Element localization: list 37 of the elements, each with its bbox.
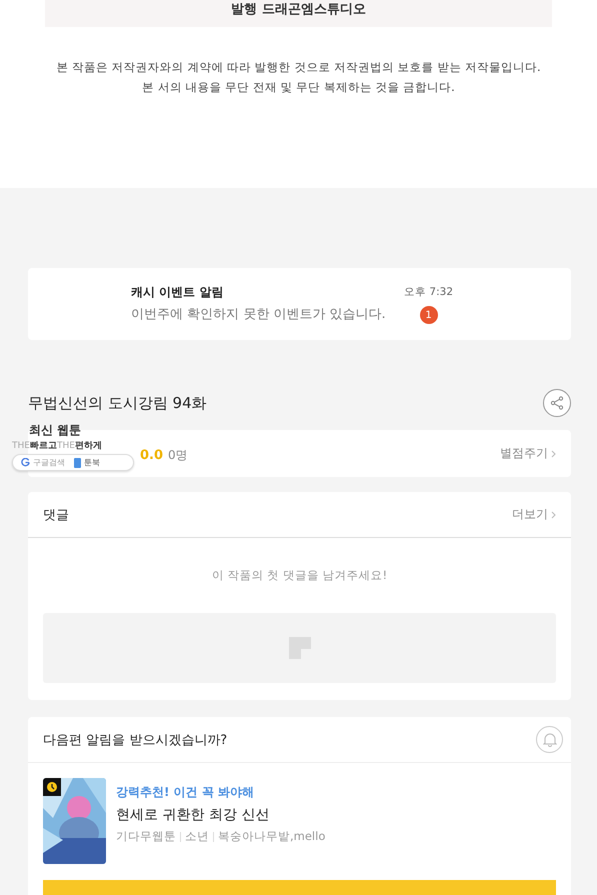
toonbook-link[interactable]: 툰북	[84, 457, 100, 468]
comments-title: 댓글	[43, 506, 69, 524]
rating-score: 0.0	[140, 448, 164, 462]
share-icon	[550, 396, 564, 410]
publisher-text: 발행 드래곤엠스튜디오	[231, 1, 366, 18]
chevron-right-icon	[551, 510, 556, 518]
empty-comments-text: 이 작품의 첫 댓글을 남겨주세요!	[210, 568, 388, 583]
unread-badge: 1	[420, 306, 438, 324]
recommend-tagline: 강력추천! 이건 꼭 봐야해	[116, 784, 256, 801]
banner-tag: THE	[56, 441, 75, 451]
next-alert-question: 다음편 알림을 받으시겠습니까?	[43, 732, 228, 748]
share-button[interactable]	[543, 389, 571, 417]
notification-time: 오후 7:32	[404, 285, 453, 299]
meta-text: 기다무웹툰	[116, 829, 176, 844]
more-link[interactable]: 더보기	[512, 506, 556, 523]
banner-word: 빠르고	[30, 441, 57, 451]
clock-icon	[46, 781, 58, 793]
copyright-text: 본 작품은 저작권자와의 계약에 따라 발행한 것으로 저작권법의 보호를 받는 저작물입니다.	[55, 59, 542, 76]
episode-title: 무법신선의 도시강림 94화	[28, 394, 207, 412]
meta-text: 복숭아나무밭,mello	[218, 829, 326, 844]
rate-link[interactable]: 별점주기	[500, 445, 556, 462]
notification-card[interactable]: 캐시 이벤트 알림 이번주에 확인하지 못한 이벤트가 있습니다. 오후 7:32 1	[28, 268, 571, 340]
meta-text: 소년	[185, 829, 209, 844]
chevron-right-icon	[551, 450, 556, 458]
rating-count: 0명	[168, 448, 188, 462]
notification-title: 캐시 이벤트 알림	[131, 284, 224, 301]
floating-banner[interactable]: 최신 웹툰 THE빠르고THE편하게 구글검색 툰북	[12, 422, 134, 471]
banner-title: 최신 웹툰	[28, 422, 82, 439]
banner-word: 편하게	[74, 441, 102, 451]
google-icon	[21, 458, 30, 467]
banner-tag: THE	[12, 441, 30, 451]
book-icon	[74, 458, 81, 468]
notification-message: 이번주에 확인하지 못한 이벤트가 있습니다.	[131, 306, 386, 323]
bell-icon	[542, 732, 556, 747]
copyright-text: 본 서의 내용을 무단 전재 및 무단 복제하는 것을 금합니다.	[141, 79, 456, 96]
recommend-title[interactable]: 현세로 귀환한 최강 신선	[116, 806, 326, 824]
bell-button[interactable]	[536, 726, 563, 753]
